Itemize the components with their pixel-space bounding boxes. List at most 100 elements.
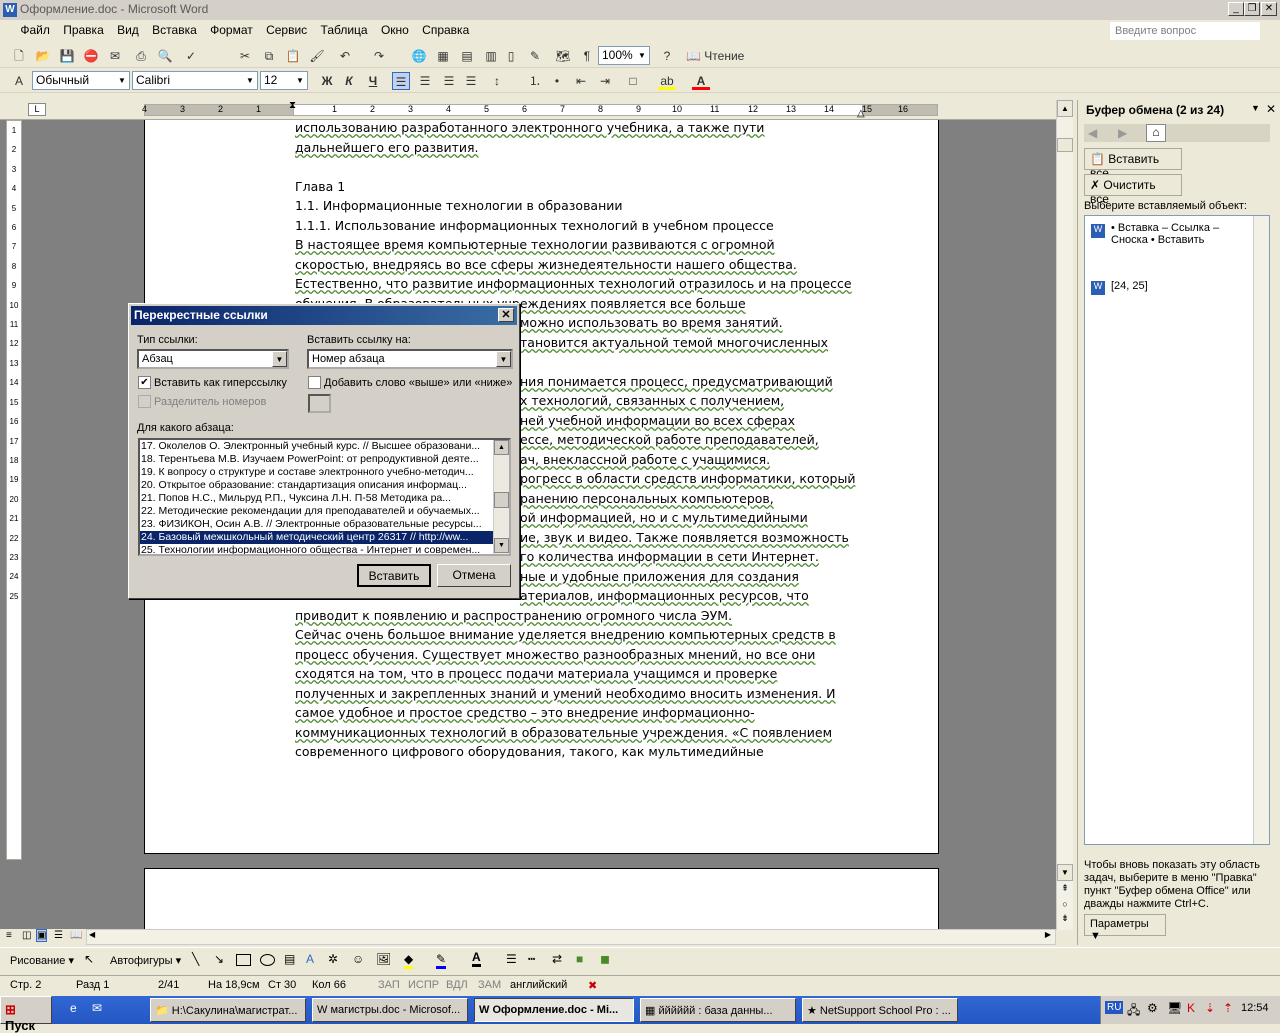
doc-line[interactable]: можно использовать во время занятий. xyxy=(520,315,783,330)
language-indicator[interactable]: RU xyxy=(1105,1001,1124,1014)
clear-all-button[interactable]: ✗ Очистить все xyxy=(1084,174,1182,206)
paste-icon[interactable]: 📋 xyxy=(284,47,302,65)
list-item[interactable]: 24. Базовый межшкольный методический цен… xyxy=(140,531,494,544)
back-icon[interactable]: ◀ xyxy=(1088,126,1097,140)
outline-view-icon[interactable]: ☰ xyxy=(54,930,63,941)
doc-line[interactable]: 1.1. Информационные технологии в образов… xyxy=(295,198,623,213)
list-item[interactable]: 23. ФИЗИКОН, Осин А.В. // Электронные об… xyxy=(140,518,494,531)
picture-icon[interactable]: 🖼 xyxy=(376,952,391,966)
3d-icon[interactable]: ◼ xyxy=(600,952,610,966)
help-icon[interactable]: ? xyxy=(658,47,676,65)
clipboard-item[interactable]: [24, 25] xyxy=(1111,280,1148,292)
tray-upload-icon[interactable]: ⇡ xyxy=(1223,1001,1233,1015)
reading-view-icon[interactable]: 📖 xyxy=(70,930,82,941)
wordart-icon[interactable]: A xyxy=(306,952,314,966)
hyperlink-checkbox[interactable]: ✔ xyxy=(138,376,151,389)
menu-file[interactable]: Файл xyxy=(15,20,55,40)
paste-all-button[interactable]: 📋 Вставить все xyxy=(1084,148,1182,180)
doc-line[interactable]: Сейчас очень большое внимание уделяется … xyxy=(295,627,836,642)
dialog-title-bar[interactable]: Перекрестные ссылки ✕ xyxy=(131,306,517,325)
doc-line[interactable]: приводит к появлению и распространению о… xyxy=(295,608,732,623)
doc-line[interactable]: ней учебной информации во всех сферах xyxy=(520,413,795,428)
vertical-ruler[interactable]: 1 2 3 4 5 6 7 8 9 10 11 12 13 14 15 16 17 18 19 20 21 22 23 24 2… xyxy=(6,120,22,860)
numbering-icon[interactable]: ⒈ xyxy=(526,72,544,90)
styles-formatting-icon[interactable]: A xyxy=(10,72,28,90)
horizontal-ruler[interactable]: L 4 3 2 1 1 2 3 4 5 6 7 8 9 10 11 12 13 … xyxy=(0,100,1056,120)
clipboard-item[interactable]: • Вставка – Ссылка – Сноска • Вставить xyxy=(1111,222,1251,246)
copy-icon[interactable]: ⧉ xyxy=(260,47,278,65)
arrow-style-icon[interactable]: ⇄ xyxy=(552,952,562,966)
document-page-next[interactable] xyxy=(144,868,939,938)
show-hide-icon[interactable]: ¶ xyxy=(578,47,596,65)
start-button[interactable]: ⊞ Пуск xyxy=(0,996,52,1033)
permission-icon[interactable]: ⛔ xyxy=(82,47,100,65)
doc-line[interactable]: современного цифрового оборудования, так… xyxy=(295,744,764,759)
scroll-left-arrow-icon[interactable]: ◀ xyxy=(89,930,95,939)
doc-line[interactable]: ранению персональных компьютеров, xyxy=(520,491,774,506)
web-view-icon[interactable]: ◫ xyxy=(22,930,31,941)
shadow-icon[interactable]: ■ xyxy=(576,952,583,966)
menu-help[interactable]: Справка xyxy=(417,20,474,40)
tray-app-icon[interactable]: ⚙ xyxy=(1147,1001,1158,1015)
fill-color-icon[interactable]: ◆ xyxy=(404,952,414,969)
normal-view-icon[interactable]: ≡ xyxy=(6,930,12,941)
maximize-button[interactable]: ❐ xyxy=(1244,2,1260,16)
scroll-thumb[interactable] xyxy=(1057,138,1073,152)
doc-line[interactable]: ессе, методической работе преподавателей… xyxy=(520,432,819,447)
cut-icon[interactable]: ✂ xyxy=(236,47,254,65)
bullets-icon[interactable]: • xyxy=(548,72,566,90)
doc-line[interactable]: рогресс в области средств информатики, к… xyxy=(520,471,855,486)
doc-line[interactable]: Естественно, что развитие информационных… xyxy=(295,276,852,291)
drawing-menu[interactable]: Рисование ▾ xyxy=(10,954,74,967)
bold-button[interactable]: Ж xyxy=(318,72,336,90)
highlight-icon[interactable]: ab xyxy=(658,72,676,90)
line-style-icon[interactable]: ☰ xyxy=(506,952,517,966)
ref-type-select[interactable]: Абзац ▼ xyxy=(137,349,289,369)
doc-line[interactable]: дальнейшего его развития. xyxy=(295,140,478,155)
insert-button[interactable]: Вставить xyxy=(357,564,431,587)
tray-arrow-icon[interactable]: ⇣ xyxy=(1205,1001,1215,1015)
document-map-icon[interactable]: 🗺 xyxy=(554,47,572,65)
word-app-icon[interactable]: W xyxy=(3,3,17,17)
menu-format[interactable]: Формат xyxy=(205,20,258,40)
doc-line[interactable]: самое удобное и простое средство – это в… xyxy=(295,705,755,720)
align-right-icon[interactable]: ☰ xyxy=(440,72,458,90)
list-item[interactable]: 18. Терентьева М.В. Изучаем PowerPoint: … xyxy=(140,453,494,466)
diagram-icon[interactable]: ✲ xyxy=(328,952,338,966)
scroll-up-arrow-icon[interactable]: ▲ xyxy=(1057,100,1073,117)
list-item[interactable]: 19. К вопросу о структуре и составе элек… xyxy=(140,466,494,479)
cliplist-scrollbar[interactable] xyxy=(1253,216,1269,844)
menu-edit[interactable]: Правка xyxy=(58,20,109,40)
taskpane-close-icon[interactable]: ✕ xyxy=(1266,102,1276,116)
rectangle-icon[interactable] xyxy=(236,954,251,966)
taskbar-item-active[interactable]: W Оформление.doc - Mi... xyxy=(474,998,634,1022)
spelling-status-icon[interactable]: ✖ xyxy=(588,979,597,992)
doc-line[interactable]: ные и удобные приложения для создания xyxy=(520,569,799,584)
style-combo[interactable]: Обычный ▼ xyxy=(32,71,130,90)
browse-object-icon[interactable]: ○ xyxy=(1057,899,1073,913)
dash-style-icon[interactable]: ┅ xyxy=(528,952,535,966)
status-ovr[interactable]: ЗАМ xyxy=(478,979,501,991)
doc-line[interactable]: ой информацией, но и с мультимедийными xyxy=(520,510,808,525)
textbox-icon[interactable]: ▤ xyxy=(284,952,295,966)
align-center-icon[interactable]: ☰ xyxy=(416,72,434,90)
taskpane-menu-icon[interactable]: ▼ xyxy=(1251,103,1260,113)
zoom-combo[interactable]: 100% ▼ xyxy=(598,46,650,65)
ask-question-input[interactable]: Введите вопрос xyxy=(1110,22,1260,40)
dialog-close-icon[interactable]: ✕ xyxy=(498,308,514,322)
list-item[interactable]: 17. Околелов О. Электронный учебный курс… xyxy=(140,440,494,453)
right-indent-marker[interactable]: △ xyxy=(857,108,865,119)
scroll-down-arrow-icon[interactable]: ▼ xyxy=(1057,864,1073,881)
doc-line[interactable]: ие, звук и видео. Также появляется возмо… xyxy=(520,530,849,545)
list-item[interactable]: 20. Открытое образование: стандартизация… xyxy=(140,479,494,492)
tray-k-icon[interactable]: K xyxy=(1187,1001,1195,1015)
ie-quicklaunch-icon[interactable]: e xyxy=(70,1001,77,1015)
taskbar-item[interactable]: W магистры.doc - Microsof... xyxy=(312,998,468,1022)
doc-line[interactable]: х технологий, связанных с получением, xyxy=(520,393,784,408)
taskbar-item[interactable]: ▦ йййййй : база данны... xyxy=(640,998,796,1022)
save-icon[interactable]: 💾 xyxy=(58,47,76,65)
insert-excel-icon[interactable]: ▥ xyxy=(482,47,500,65)
menu-tools[interactable]: Сервис xyxy=(261,20,312,40)
doc-line[interactable]: скоростью, внедряясь во все сферы жизнед… xyxy=(295,257,797,272)
next-page-icon[interactable]: ⇟ xyxy=(1057,913,1073,930)
